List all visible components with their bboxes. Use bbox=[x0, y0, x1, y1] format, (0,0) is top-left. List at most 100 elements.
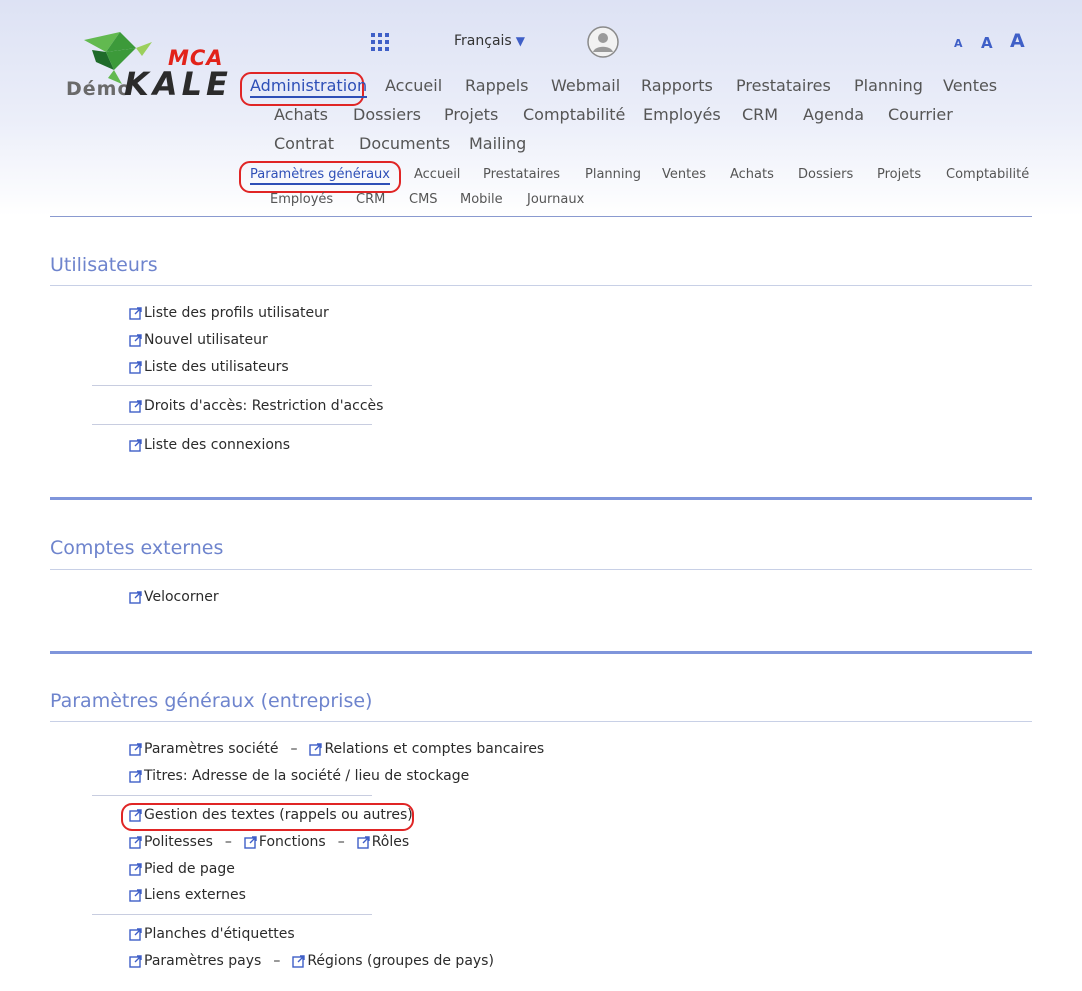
link-titres-adresse[interactable]: Titres: Adresse de la société / lieu de … bbox=[129, 768, 469, 784]
nav-ventes[interactable]: Ventes bbox=[943, 76, 997, 95]
link-politesses[interactable]: Politesses bbox=[129, 834, 213, 850]
language-selector[interactable]: Français ▼ bbox=[454, 33, 525, 49]
user-avatar-icon[interactable] bbox=[587, 26, 619, 58]
subnav-cms[interactable]: CMS bbox=[409, 192, 438, 207]
external-link-icon bbox=[129, 862, 142, 876]
link-relations-comptes[interactable]: Relations et comptes bancaires bbox=[309, 741, 544, 757]
link-liens-externes[interactable]: Liens externes bbox=[129, 887, 246, 903]
external-link-icon bbox=[309, 742, 323, 756]
separator-dash: – bbox=[273, 953, 281, 969]
nav-accueil[interactable]: Accueil bbox=[385, 76, 442, 95]
external-link-icon bbox=[129, 888, 142, 902]
nav-rappels[interactable]: Rappels bbox=[465, 76, 529, 95]
external-link-icon bbox=[129, 399, 142, 413]
external-link-icon bbox=[357, 835, 370, 849]
external-link-icon bbox=[129, 954, 142, 968]
subnav-journaux[interactable]: Journaux bbox=[527, 192, 584, 207]
subnav-planning[interactable]: Planning bbox=[585, 167, 641, 182]
section-separator bbox=[50, 651, 1032, 654]
link-roles[interactable]: Rôles bbox=[357, 834, 409, 850]
chevron-down-icon: ▼ bbox=[515, 34, 525, 48]
header-divider bbox=[50, 216, 1032, 217]
apps-grid-icon[interactable] bbox=[371, 33, 389, 51]
link-parametres-societe[interactable]: Paramètres société bbox=[129, 741, 278, 757]
external-link-icon bbox=[244, 835, 257, 849]
group-divider bbox=[92, 385, 372, 386]
link-regions[interactable]: Régions (groupes de pays) bbox=[292, 953, 494, 969]
section-separator bbox=[50, 497, 1032, 500]
nav-projets[interactable]: Projets bbox=[444, 105, 498, 124]
external-link-icon bbox=[292, 954, 306, 968]
external-link-icon bbox=[129, 360, 142, 374]
nav-documents[interactable]: Documents bbox=[359, 134, 450, 153]
logo-demo-text: Démo bbox=[66, 78, 132, 100]
subnav-accueil[interactable]: Accueil bbox=[414, 167, 460, 182]
subnav-comptabilite[interactable]: Comptabilité bbox=[946, 167, 1029, 182]
nav-crm[interactable]: CRM bbox=[742, 105, 778, 124]
nav-courrier[interactable]: Courrier bbox=[888, 105, 953, 124]
subnav-employes[interactable]: Employés bbox=[270, 192, 333, 207]
logo-kale-text: KALE bbox=[124, 65, 232, 103]
separator-dash: – bbox=[290, 741, 298, 757]
nav-achats[interactable]: Achats bbox=[274, 105, 328, 124]
external-link-icon bbox=[129, 438, 142, 452]
subnav-mobile[interactable]: Mobile bbox=[460, 192, 503, 207]
external-link-icon bbox=[129, 306, 142, 320]
nav-dossiers[interactable]: Dossiers bbox=[353, 105, 421, 124]
nav-prestataires[interactable]: Prestataires bbox=[736, 76, 831, 95]
nav-comptabilite[interactable]: Comptabilité bbox=[523, 105, 625, 124]
subnav-projets[interactable]: Projets bbox=[877, 167, 921, 182]
link-fonctions[interactable]: Fonctions bbox=[244, 834, 326, 850]
section-rule bbox=[50, 285, 1032, 286]
section-rule bbox=[50, 721, 1032, 722]
subnav-parametres-generaux[interactable]: Paramètres généraux bbox=[250, 167, 390, 185]
group-divider bbox=[92, 795, 372, 796]
nav-agenda[interactable]: Agenda bbox=[803, 105, 864, 124]
row-politesses: Politesses – Fonctions – Rôles bbox=[129, 834, 409, 850]
nav-rapports[interactable]: Rapports bbox=[641, 76, 713, 95]
link-planches-etiquettes[interactable]: Planches d'étiquettes bbox=[129, 926, 295, 942]
section-title-utilisateurs: Utilisateurs bbox=[50, 254, 158, 276]
group-divider bbox=[92, 424, 372, 425]
font-size-medium-button[interactable]: A bbox=[981, 34, 993, 52]
external-link-icon bbox=[129, 590, 142, 604]
group-divider bbox=[92, 914, 372, 915]
logo[interactable]: Démo MCA KALE bbox=[62, 30, 237, 104]
section-rule bbox=[50, 569, 1032, 570]
nav-administration[interactable]: Administration bbox=[250, 76, 368, 98]
link-parametres-pays[interactable]: Paramètres pays bbox=[129, 953, 261, 969]
separator-dash: – bbox=[224, 834, 232, 850]
subnav-dossiers[interactable]: Dossiers bbox=[798, 167, 853, 182]
subnav-crm[interactable]: CRM bbox=[356, 192, 385, 207]
link-liste-connexions[interactable]: Liste des connexions bbox=[129, 437, 290, 453]
external-link-icon bbox=[129, 742, 142, 756]
external-link-icon bbox=[129, 769, 142, 783]
font-size-large-button[interactable]: A bbox=[1010, 30, 1025, 52]
external-link-icon bbox=[129, 808, 142, 822]
link-gestion-textes[interactable]: Gestion des textes (rappels ou autres) bbox=[129, 807, 413, 823]
nav-employes[interactable]: Employés bbox=[643, 105, 721, 124]
external-link-icon bbox=[129, 927, 142, 941]
link-liste-utilisateurs[interactable]: Liste des utilisateurs bbox=[129, 359, 289, 375]
subnav-ventes[interactable]: Ventes bbox=[662, 167, 706, 182]
section-title-parametres-entreprise: Paramètres généraux (entreprise) bbox=[50, 690, 373, 712]
language-label: Français bbox=[454, 33, 512, 49]
row-parametres-pays: Paramètres pays – Régions (groupes de pa… bbox=[129, 953, 494, 969]
link-droits-acces[interactable]: Droits d'accès: Restriction d'accès bbox=[129, 398, 383, 414]
separator-dash: – bbox=[337, 834, 345, 850]
subnav-prestataires[interactable]: Prestataires bbox=[483, 167, 560, 182]
font-size-small-button[interactable]: A bbox=[954, 37, 963, 50]
subnav-achats[interactable]: Achats bbox=[730, 167, 774, 182]
external-link-icon bbox=[129, 835, 142, 849]
link-velocorner[interactable]: Velocorner bbox=[129, 589, 219, 605]
row-parametres-societe: Paramètres société – Relations et compte… bbox=[129, 741, 544, 757]
link-liste-profils[interactable]: Liste des profils utilisateur bbox=[129, 305, 329, 321]
nav-webmail[interactable]: Webmail bbox=[551, 76, 620, 95]
nav-mailing[interactable]: Mailing bbox=[469, 134, 526, 153]
section-title-comptes-externes: Comptes externes bbox=[50, 537, 224, 559]
nav-planning[interactable]: Planning bbox=[854, 76, 923, 95]
link-nouvel-utilisateur[interactable]: Nouvel utilisateur bbox=[129, 332, 268, 348]
external-link-icon bbox=[129, 333, 142, 347]
nav-contrat[interactable]: Contrat bbox=[274, 134, 334, 153]
link-pied-de-page[interactable]: Pied de page bbox=[129, 861, 235, 877]
